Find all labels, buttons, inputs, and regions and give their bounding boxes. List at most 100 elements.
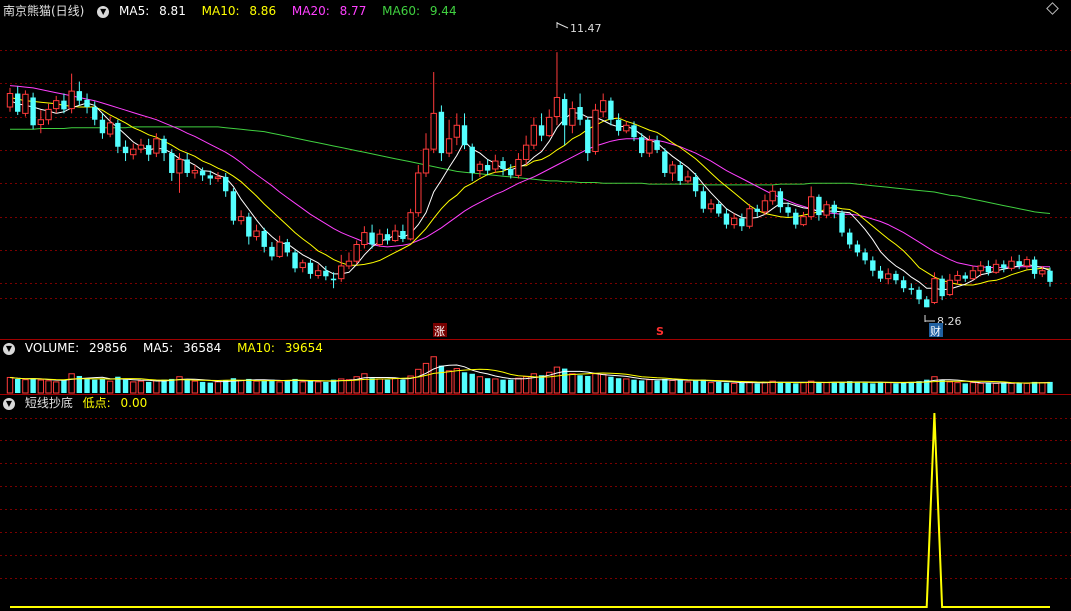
volume-bar	[6, 376, 14, 394]
volume-bar	[1031, 381, 1038, 393]
candle-body	[223, 176, 229, 192]
volume-bar	[92, 379, 98, 393]
volume-bar	[207, 382, 213, 393]
candle	[1008, 256, 1015, 271]
candle	[161, 135, 167, 162]
volume-bar	[800, 382, 807, 394]
volume-bar	[854, 381, 861, 393]
volume-bar	[1039, 382, 1046, 394]
volume-bar	[623, 378, 630, 394]
candle-body	[631, 125, 637, 138]
volume-bar	[1047, 381, 1053, 393]
candle	[30, 92, 36, 130]
candle	[669, 161, 676, 181]
candle	[608, 97, 614, 126]
volume-bar	[445, 370, 453, 394]
volume-bar	[754, 383, 760, 393]
candle-body	[553, 96, 561, 118]
volume-bar	[106, 380, 114, 394]
zhang-marker[interactable]: 涨	[434, 325, 445, 338]
candle	[785, 202, 791, 217]
candle-body	[839, 212, 845, 233]
volume-bar	[1016, 382, 1022, 393]
candle-body	[276, 241, 283, 257]
candle-body	[777, 191, 784, 208]
volume-bar	[37, 379, 45, 394]
ma20-legend: MA20: 8.77	[291, 4, 367, 18]
volume-bar	[61, 380, 67, 393]
candle-body	[807, 196, 815, 218]
candle	[361, 226, 368, 249]
candle-body	[438, 111, 445, 154]
volume-bar	[631, 379, 637, 393]
volume-bar	[592, 373, 599, 394]
candle-body	[376, 233, 383, 246]
volume-bar	[823, 382, 830, 394]
volume-bar	[769, 380, 776, 394]
candle-body	[384, 234, 391, 241]
candle	[299, 259, 306, 273]
volume-collapse-icon[interactable]: ▼	[3, 342, 15, 355]
volume-bar	[122, 379, 129, 393]
candle	[777, 188, 784, 213]
candle-body	[785, 207, 791, 213]
volume-bar	[931, 376, 938, 394]
candle	[223, 172, 229, 197]
candle-body	[654, 140, 660, 150]
candle-body	[1039, 270, 1046, 275]
volume-bar	[246, 378, 252, 393]
volume-bar	[15, 378, 21, 393]
candle-body	[1001, 264, 1007, 269]
s-marker[interactable]: S	[656, 325, 664, 338]
candle-body	[916, 289, 922, 300]
volume-bar	[361, 373, 368, 394]
indicator-name[interactable]: 短线抄底	[25, 396, 73, 410]
candle	[184, 153, 190, 177]
volume-bar	[376, 378, 383, 394]
volume-bar	[707, 382, 715, 394]
main-panel-header: 南京熊猫(日线) ▼ MA5: 8.81 MA10: 8.86 MA20: 8.…	[0, 3, 469, 19]
candle-body	[508, 169, 514, 176]
volume-bar	[99, 378, 106, 393]
candle	[639, 133, 645, 158]
candle-body	[969, 270, 977, 280]
candle-body	[931, 278, 938, 304]
candle-body	[345, 260, 353, 267]
candle-body	[369, 232, 375, 245]
candle	[931, 272, 938, 305]
candle	[816, 194, 822, 221]
indicator-collapse-icon[interactable]: ▼	[3, 397, 15, 410]
candle	[885, 268, 892, 285]
candle	[345, 252, 353, 270]
volume-bar	[615, 378, 622, 393]
candle	[908, 283, 915, 295]
candle	[793, 208, 799, 229]
candle	[253, 224, 260, 241]
stock-title[interactable]: 南京熊猫(日线)	[3, 4, 84, 18]
candle	[546, 109, 553, 138]
candle-body	[546, 116, 553, 137]
candle-body	[137, 144, 145, 150]
ma10-line	[9, 97, 1051, 286]
candle	[122, 140, 129, 162]
volume-bar	[438, 365, 445, 393]
candle	[807, 186, 815, 220]
candle	[870, 256, 876, 277]
volume-bar	[662, 378, 668, 393]
volume-bar	[916, 381, 922, 393]
volume-bar	[816, 382, 822, 393]
cai-marker[interactable]: 财	[930, 324, 941, 338]
candle-body	[962, 275, 968, 279]
candle	[707, 199, 715, 213]
volume-bar	[137, 380, 145, 394]
candle-body	[53, 100, 60, 110]
candle	[561, 93, 568, 146]
volume-bar	[476, 376, 484, 394]
candle-body	[61, 100, 67, 110]
candle-body	[430, 112, 437, 150]
collapse-icon[interactable]: ▼	[97, 5, 110, 18]
candle	[854, 240, 861, 257]
candle-body	[30, 97, 36, 126]
volume-bar	[793, 383, 799, 393]
candle	[585, 117, 591, 162]
